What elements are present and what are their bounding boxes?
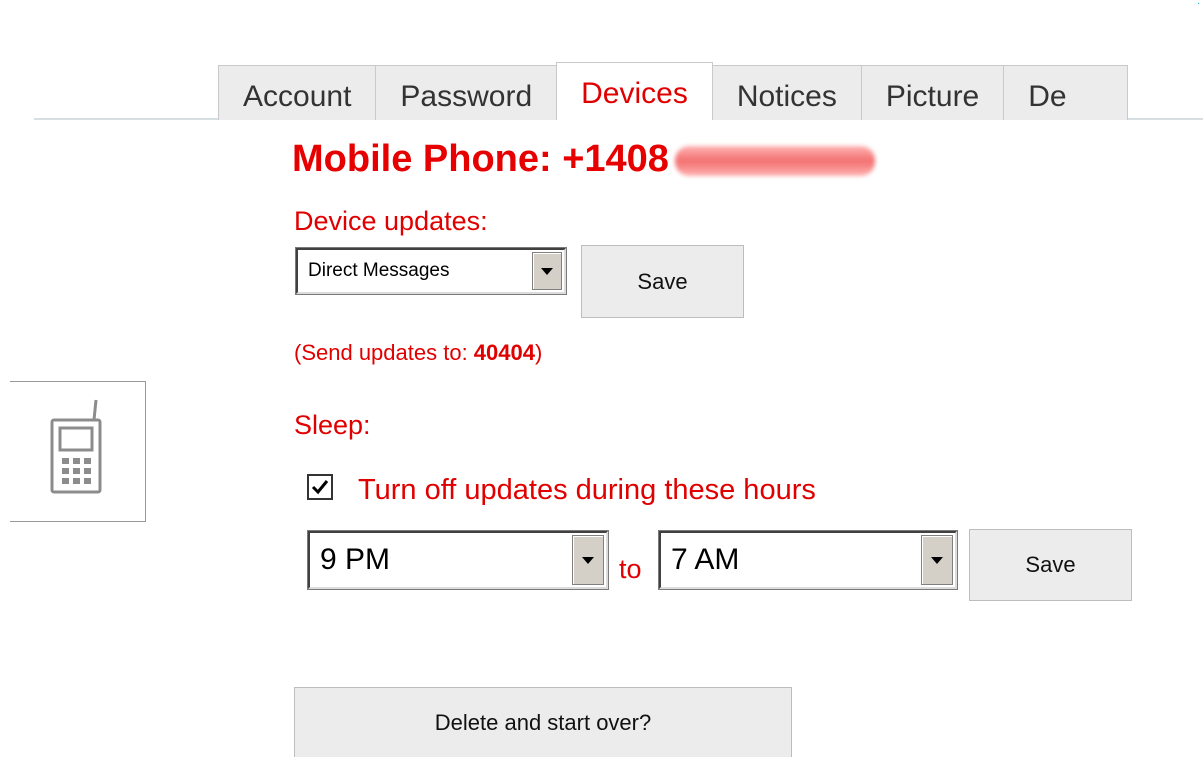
device-icon-box (10, 381, 146, 522)
device-heading-text: Mobile Phone: +1408 (292, 138, 669, 180)
device-updates-select[interactable]: Direct Messages (295, 247, 567, 295)
sleep-from-value: 9 PM (320, 543, 391, 576)
device-heading: Mobile Phone: +1408 (292, 138, 875, 181)
tab-notices[interactable]: Notices (711, 65, 862, 120)
corner-mark: · (1197, 0, 1201, 9)
check-icon (311, 480, 329, 495)
device-updates-label: Device updates: (294, 206, 488, 236)
settings-tabs: Account Password Devices Notices Picture… (218, 62, 1128, 120)
chevron-down-icon[interactable] (921, 535, 953, 585)
device-updates-select-value: Direct Messages (308, 260, 450, 281)
sleep-save-button[interactable]: Save (969, 529, 1132, 601)
mobile-phone-icon (50, 399, 102, 494)
send-updates-note: (Send updates to: 40404) (294, 340, 542, 366)
send-note-prefix: (Send updates to: (294, 340, 474, 365)
tab-password[interactable]: Password (375, 65, 558, 120)
tab-devices[interactable]: Devices (556, 62, 713, 120)
tab-design[interactable]: De (1003, 65, 1128, 120)
tab-picture[interactable]: Picture (860, 65, 1005, 120)
device-updates-save-button[interactable]: Save (581, 245, 744, 318)
sleep-checkbox-label[interactable]: Turn off updates during these hours (358, 474, 816, 507)
to-label: to (619, 554, 642, 584)
chevron-down-icon[interactable] (572, 535, 604, 585)
delete-and-start-over-button[interactable]: Delete and start over? (294, 687, 792, 757)
sleep-to-select[interactable]: 7 AM (658, 530, 958, 590)
send-note-suffix: ) (534, 340, 543, 365)
redacted-number (674, 145, 875, 176)
sleep-from-select[interactable]: 9 PM (307, 530, 609, 590)
sleep-label: Sleep: (294, 410, 371, 440)
sleep-to-value: 7 AM (671, 543, 740, 576)
tab-account[interactable]: Account (218, 65, 377, 120)
send-number: 40404 (473, 340, 535, 365)
sleep-checkbox[interactable] (307, 474, 333, 500)
chevron-down-icon[interactable] (532, 252, 562, 290)
